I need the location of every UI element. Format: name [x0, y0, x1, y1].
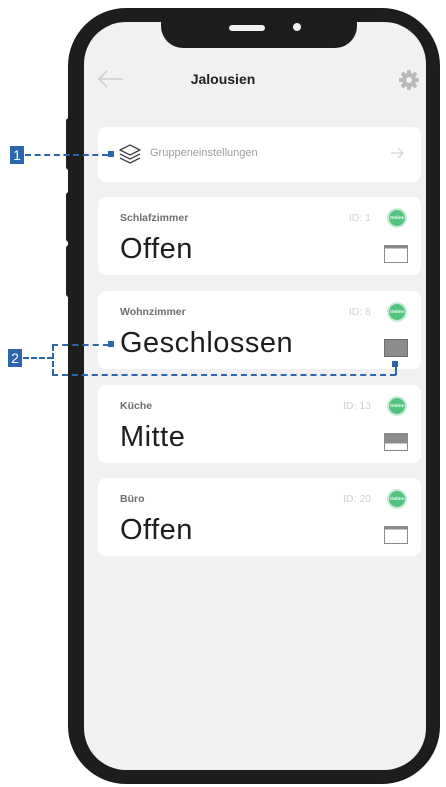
room-name: Küche — [120, 400, 153, 412]
layers-icon — [119, 144, 141, 164]
online-status-badge: Online — [387, 302, 407, 322]
room-name: Büro — [120, 493, 145, 505]
blind-status: Offen — [120, 233, 193, 265]
speaker-grille — [229, 25, 265, 31]
annotation-leader-line-1 — [25, 154, 108, 156]
annotation-bracket-2 — [52, 345, 54, 375]
annotation-marker-2: 2 — [8, 349, 22, 367]
online-status-badge: Online — [387, 208, 407, 228]
online-status-badge: Online — [387, 396, 407, 416]
room-id: ID: 1 — [348, 212, 371, 224]
room-name: Schlafzimmer — [120, 212, 189, 224]
annotation-dot-1 — [108, 151, 114, 157]
blind-open-icon[interactable] — [384, 245, 408, 263]
room-name: Wohnzimmer — [120, 306, 186, 318]
gear-icon — [399, 70, 419, 90]
room-card-kueche[interactable]: Küche ID: 13 Online Mitte — [98, 385, 421, 463]
room-card-buero[interactable]: Büro ID: 20 Online Offen — [98, 478, 421, 556]
arrow-right-icon — [391, 147, 404, 159]
annotation-leader-line-2a — [52, 344, 109, 346]
blind-status: Geschlossen — [120, 327, 294, 359]
blind-closed-icon[interactable] — [384, 339, 408, 357]
front-camera — [293, 23, 301, 31]
room-card-schlafzimmer[interactable]: Schlafzimmer ID: 1 Online Offen — [98, 197, 421, 275]
page-title: Jalousien — [190, 71, 256, 87]
online-status-badge: Online — [387, 489, 407, 509]
room-id: ID: 20 — [342, 493, 371, 505]
blind-half-icon[interactable] — [384, 433, 408, 451]
group-settings-label: Gruppeneinstellungen — [150, 147, 258, 159]
annotation-leader-line-2 — [23, 357, 53, 359]
room-id: ID: 13 — [342, 400, 371, 412]
blind-status: Mitte — [120, 421, 186, 453]
annotation-marker-1: 1 — [10, 146, 24, 164]
annotation-dot-2a — [108, 341, 114, 347]
room-card-wohnzimmer[interactable]: Wohnzimmer ID: 8 Online Geschlossen — [98, 291, 421, 369]
blind-status: Offen — [120, 514, 193, 546]
phone-notch — [161, 8, 357, 48]
annotation-dot-2b — [392, 361, 398, 367]
settings-button[interactable] — [398, 69, 420, 91]
room-id: ID: 8 — [348, 306, 371, 318]
blind-open-icon[interactable] — [384, 526, 408, 544]
group-settings-card[interactable]: Gruppeneinstellungen — [98, 127, 421, 182]
annotation-leader-line-2b — [52, 374, 396, 376]
